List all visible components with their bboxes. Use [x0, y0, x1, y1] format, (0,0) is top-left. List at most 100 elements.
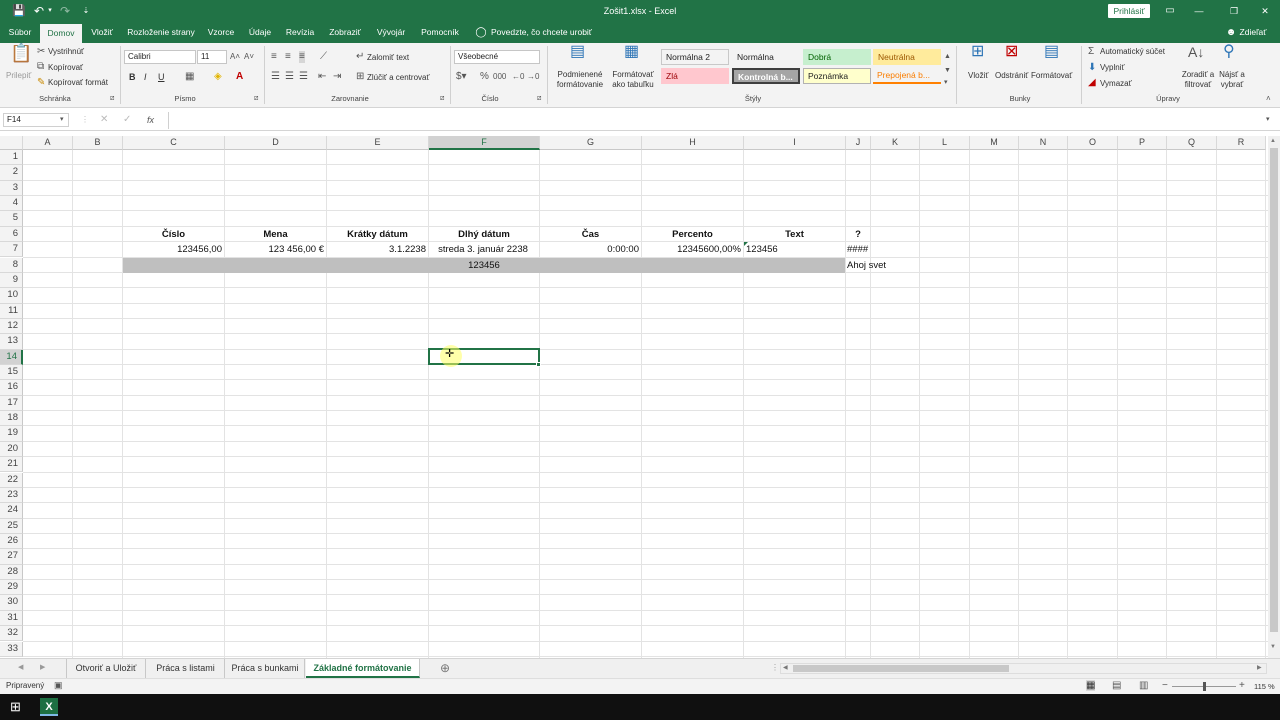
excel-taskbar-icon[interactable]: X [40, 698, 58, 716]
cell-time[interactable]: 0:00:00 [540, 242, 639, 257]
dialog-launcher-icon[interactable]: ⧄ [440, 93, 444, 105]
row-header[interactable]: 31 [0, 610, 23, 627]
column-header[interactable]: N [1019, 136, 1068, 150]
fill-button[interactable]: Vyplniť [1100, 63, 1125, 72]
new-sheet-icon[interactable]: ⊕ [440, 661, 450, 675]
tab-developer[interactable]: Vývojár [371, 22, 411, 43]
hscroll-thumb[interactable] [793, 665, 1009, 672]
cut-button[interactable]: Vystrihnúť [48, 47, 84, 56]
italic-button[interactable]: I [144, 72, 147, 82]
close-button[interactable]: ✕ [1258, 0, 1272, 22]
tab-insert[interactable]: Vložiť [86, 22, 118, 43]
page-layout-view-icon[interactable]: ▤ [1112, 680, 1121, 691]
select-all-corner[interactable] [0, 136, 23, 150]
font-name-select[interactable]: Calibri [124, 50, 196, 64]
ribbon-display-icon[interactable]: ▭ [1163, 0, 1177, 22]
row-header[interactable]: 6 [0, 226, 23, 243]
row-header[interactable]: 24 [0, 503, 23, 519]
sort-filter-icon[interactable]: A↓ [1188, 45, 1204, 59]
undo-dropdown-icon[interactable]: ▾ [46, 0, 54, 22]
scroll-left-icon[interactable]: ◀ [783, 664, 788, 671]
column-header[interactable]: C [123, 136, 225, 150]
underline-button[interactable]: U [158, 72, 165, 82]
copy-button[interactable]: Kopírovať [48, 63, 83, 72]
header-cell-mena[interactable]: Mena [225, 227, 326, 242]
row-header[interactable]: 1 [0, 150, 23, 166]
autosum-icon[interactable]: Σ [1088, 46, 1094, 58]
column-header[interactable]: O [1068, 136, 1118, 150]
scroll-thumb[interactable] [1270, 148, 1278, 632]
row-header[interactable]: 26 [0, 534, 23, 550]
format-painter-button[interactable]: Kopírovať formát [48, 78, 108, 87]
header-cell-kratky-datum[interactable]: Krátky dátum [327, 227, 428, 242]
scroll-down-icon[interactable]: ▼ [1270, 644, 1276, 650]
autosum-button[interactable]: Automatický súčet [1100, 47, 1165, 56]
increase-indent-icon[interactable]: ⇥ [333, 71, 341, 83]
column-header[interactable]: M [970, 136, 1019, 150]
cell-short-date[interactable]: 3.1.2238 [327, 242, 426, 257]
tell-me-search[interactable]: Povedzte, čo chcete urobiť [491, 22, 601, 43]
restore-button[interactable]: ❐ [1227, 0, 1241, 22]
row-header[interactable]: 23 [0, 487, 23, 504]
row-header[interactable]: 9 [0, 272, 23, 289]
cell-style-neutral[interactable]: Neutrálna [873, 49, 941, 65]
grow-font-icon[interactable]: A˄ [230, 51, 240, 63]
header-cell-question[interactable]: ? [846, 227, 870, 242]
format-cells-button[interactable]: Formátovať [1031, 71, 1072, 80]
paste-button[interactable]: Prilepiť [6, 71, 31, 80]
cell-style-normal-2[interactable]: Normálna 2 [661, 49, 729, 65]
dialog-launcher-icon[interactable]: ⧄ [537, 93, 541, 105]
cell-style-linked[interactable]: Prepojená b... [873, 68, 941, 84]
normal-view-icon[interactable]: ▦ [1086, 680, 1096, 691]
tab-formulas[interactable]: Vzorce [203, 22, 239, 43]
zoom-slider-thumb[interactable] [1203, 682, 1206, 691]
row-header[interactable]: 12 [0, 318, 23, 335]
row-header[interactable]: 21 [0, 457, 23, 473]
row-header[interactable]: 13 [0, 334, 23, 350]
column-header[interactable]: F [429, 136, 540, 150]
align-right-icon[interactable]: ☰ [299, 71, 308, 83]
shrink-font-icon[interactable]: A˅ [244, 51, 254, 63]
align-left-icon[interactable]: ☰ [271, 71, 280, 83]
header-cell-dlhy-datum[interactable]: Dlhý dátum [429, 227, 539, 242]
page-break-view-icon[interactable]: ▥ [1139, 680, 1148, 691]
align-bottom-icon[interactable]: ≡ [299, 51, 305, 63]
number-format-select[interactable]: Všeobecné [454, 50, 540, 64]
styles-scroll-up-icon[interactable]: ▲ [944, 51, 951, 63]
save-icon[interactable]: 💾 [12, 0, 26, 22]
row-header[interactable]: 32 [0, 626, 23, 642]
sheet-tab-basic-formatting[interactable]: Základné formátovanie [306, 659, 420, 678]
vertical-scrollbar[interactable]: ▲ ▼ [1268, 136, 1280, 658]
cell-long-date[interactable]: streda 3. január 2238 [429, 242, 537, 257]
delete-cells-button[interactable]: Odstrániť [995, 71, 1028, 80]
wrap-text-icon[interactable]: ↵ [356, 51, 364, 63]
zoom-in-button[interactable]: + [1239, 680, 1245, 691]
copy-icon[interactable]: ⧉ [37, 61, 44, 73]
row-header[interactable]: 16 [0, 380, 23, 396]
column-header[interactable]: R [1217, 136, 1266, 150]
insert-cells-button[interactable]: Vložiť [968, 71, 988, 80]
row-header[interactable]: 20 [0, 441, 23, 458]
fill-color-icon[interactable]: ◈ [214, 71, 222, 83]
next-sheet-icon[interactable]: ▶ [40, 663, 45, 671]
conditional-formatting-icon[interactable]: ▤ [570, 44, 590, 68]
undo-icon[interactable]: ↶ [32, 0, 46, 22]
enter-button[interactable]: ✓ [123, 114, 131, 126]
tab-file[interactable]: Súbor [3, 22, 37, 43]
row-header[interactable]: 14 [0, 349, 23, 365]
column-header[interactable]: H [642, 136, 744, 150]
scroll-right-icon[interactable]: ▶ [1257, 664, 1262, 671]
collapse-ribbon-icon[interactable]: ˄ [1266, 93, 1271, 105]
customize-qat-icon[interactable]: ⇣ [80, 0, 92, 22]
wrap-text-button[interactable]: Zalomiť text [367, 53, 409, 62]
find-select-button[interactable]: Nájsť a vybrať [1216, 70, 1248, 90]
macro-record-icon[interactable]: ▣ [54, 680, 63, 691]
header-cell-cislo[interactable]: Číslo [123, 227, 224, 242]
column-header[interactable]: D [225, 136, 327, 150]
redo-icon[interactable]: ↷ [58, 0, 72, 22]
decrease-indent-icon[interactable]: ⇤ [318, 71, 326, 83]
align-middle-icon[interactable]: ≡ [285, 51, 291, 63]
zoom-out-button[interactable]: − [1162, 680, 1168, 691]
clear-button[interactable]: Vymazať [1100, 79, 1132, 88]
zoom-level[interactable]: 115 % [1254, 682, 1275, 691]
